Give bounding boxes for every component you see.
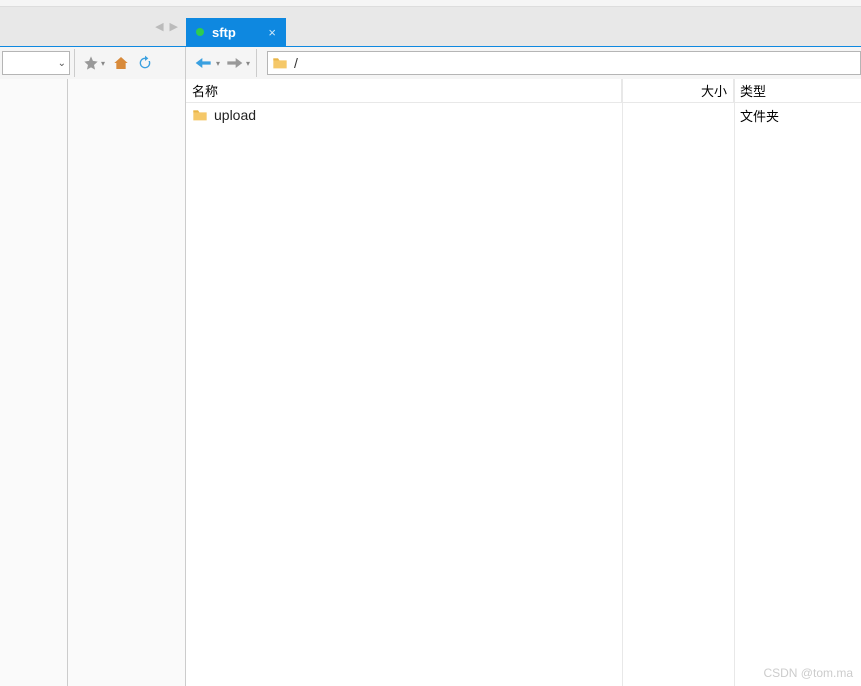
folder-icon (192, 108, 208, 122)
back-button[interactable]: ▾ (192, 55, 222, 71)
cell-type: 文件夹 (734, 106, 861, 125)
column-divider[interactable] (734, 79, 735, 686)
tab-prev-icon[interactable]: ◀ (155, 20, 163, 33)
tab-next-icon[interactable]: ▶ (170, 20, 178, 33)
toolbar: ⌄ ▾ ▾ ▾ (0, 46, 861, 79)
file-name: upload (214, 107, 256, 123)
refresh-icon (137, 55, 153, 71)
bookmark-button[interactable]: ▾ (79, 55, 109, 71)
star-icon (83, 55, 99, 71)
local-toolbar: ⌄ ▾ (0, 47, 186, 79)
column-header-name[interactable]: 名称 (186, 79, 622, 102)
cell-name: upload (186, 107, 622, 123)
column-headers: 名称 大小 类型 (186, 79, 861, 103)
column-divider[interactable] (622, 79, 623, 686)
tab-sftp[interactable]: sftp × (186, 18, 286, 46)
chevron-down-icon: ▾ (101, 59, 105, 68)
chevron-down-icon: ▾ (246, 59, 250, 68)
refresh-button[interactable] (133, 55, 157, 71)
folder-icon (272, 56, 288, 70)
close-icon[interactable]: × (268, 25, 276, 40)
remote-file-panel: 名称 大小 类型 upload 文件夹 CSDN @tom.ma (186, 79, 861, 686)
connection-status-icon (196, 28, 204, 36)
home-button[interactable] (109, 55, 133, 71)
mid-gutter (68, 79, 186, 686)
path-text: / (294, 55, 298, 71)
local-panel (0, 79, 68, 686)
tab-strip: ◀ ▶ sftp × (0, 7, 861, 46)
drive-dropdown[interactable]: ⌄ (2, 51, 70, 75)
top-bar (0, 0, 861, 7)
forward-button[interactable]: ▾ (222, 55, 252, 71)
column-header-type[interactable]: 类型 (734, 79, 861, 102)
file-row[interactable]: upload 文件夹 (186, 103, 861, 127)
column-header-size[interactable]: 大小 (622, 79, 734, 102)
separator (74, 49, 75, 77)
remote-toolbar: ▾ ▾ / (186, 47, 861, 79)
separator (256, 49, 257, 77)
content-area: 名称 大小 类型 upload 文件夹 CSDN @tom.ma (0, 79, 861, 686)
home-icon (113, 55, 129, 71)
tab-nav-arrows: ◀ ▶ (0, 7, 186, 46)
watermark: CSDN @tom.ma (763, 666, 853, 680)
path-bar[interactable]: / (267, 51, 861, 75)
chevron-down-icon: ▾ (216, 59, 220, 68)
tab-label: sftp (212, 25, 260, 40)
chevron-down-icon: ⌄ (58, 58, 66, 69)
